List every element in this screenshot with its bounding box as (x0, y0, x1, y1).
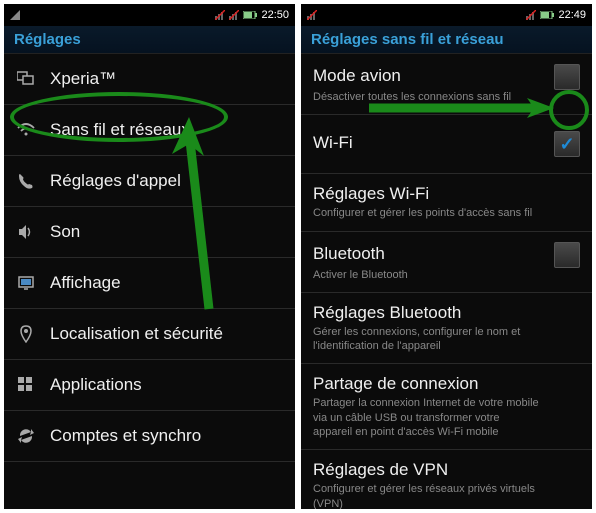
wifi-icon (16, 120, 36, 140)
apps-icon (16, 375, 36, 395)
item-tethering[interactable]: Partage de connexion Partager la connexi… (301, 364, 592, 450)
wireless-list: Mode avion Désactiver toutes les connexi… (301, 54, 592, 509)
clock: 22:49 (558, 9, 586, 21)
item-airplane[interactable]: Mode avion Désactiver toutes les connexi… (301, 54, 592, 115)
status-bar: 22:50 (4, 4, 295, 26)
item-subtitle: Configurer et gérer les points d'accès s… (313, 206, 580, 220)
item-vpn[interactable]: Réglages de VPN Configurer et gérer les … (301, 450, 592, 509)
bluetooth-checkbox[interactable] (554, 242, 580, 268)
battery-icon (243, 11, 257, 19)
item-subtitle: Activer le Bluetooth (313, 268, 580, 282)
item-title: Wi-Fi (313, 133, 353, 153)
phone-left: 22:50 Réglages Xperia™ Sans fil et résea… (4, 4, 295, 509)
display-icon (16, 273, 36, 293)
item-label: Affichage (50, 273, 121, 293)
settings-list: Xperia™ Sans fil et réseaux Réglages d'a… (4, 54, 295, 509)
item-title: Réglages Wi-Fi (313, 184, 580, 204)
item-label: Comptes et synchro (50, 426, 201, 446)
item-location[interactable]: Localisation et sécurité (4, 309, 295, 360)
item-label: Localisation et sécurité (50, 324, 223, 344)
item-title: Mode avion (313, 66, 401, 86)
battery-icon (540, 11, 554, 19)
status-bar: 22:49 (301, 4, 592, 26)
item-label: Xperia™ (50, 69, 116, 89)
item-wifi-settings[interactable]: Réglages Wi-Fi Configurer et gérer les p… (301, 174, 592, 231)
item-wireless[interactable]: Sans fil et réseaux (4, 105, 295, 156)
wifi-checkbox[interactable] (554, 131, 580, 157)
page-title: Réglages sans fil et réseau (301, 26, 592, 54)
item-label: Applications (50, 375, 142, 395)
item-bluetooth[interactable]: Bluetooth Activer le Bluetooth (301, 232, 592, 293)
phone-icon (16, 171, 36, 191)
phone-right: 22:49 Réglages sans fil et réseau Mode a… (301, 4, 592, 509)
clock: 22:50 (261, 9, 289, 21)
item-title: Bluetooth (313, 244, 385, 264)
item-applications[interactable]: Applications (4, 360, 295, 411)
item-title: Réglages Bluetooth (313, 303, 580, 323)
item-sound[interactable]: Son (4, 207, 295, 258)
item-accounts[interactable]: Comptes et synchro (4, 411, 295, 462)
item-title: Partage de connexion (313, 374, 580, 394)
no-signal-icon (229, 10, 239, 20)
item-call[interactable]: Réglages d'appel (4, 156, 295, 207)
item-display[interactable]: Affichage (4, 258, 295, 309)
item-bluetooth-settings[interactable]: Réglages Bluetooth Gérer les connexions,… (301, 293, 592, 365)
no-signal-icon (215, 10, 225, 20)
item-title: Réglages de VPN (313, 460, 580, 480)
item-subtitle: Gérer les connexions, configurer le nom … (313, 325, 580, 354)
item-xperia[interactable]: Xperia™ (4, 54, 295, 105)
item-subtitle: Désactiver toutes les connexions sans fi… (313, 90, 580, 104)
sync-icon (16, 426, 36, 446)
no-signal-icon (526, 10, 536, 20)
no-signal-icon (307, 10, 317, 20)
item-subtitle: Configurer et gérer les réseaux privés v… (313, 482, 580, 509)
signal-icon (10, 10, 20, 20)
page-title: Réglages (4, 26, 295, 54)
location-icon (16, 324, 36, 344)
item-wifi[interactable]: Wi-Fi (301, 115, 592, 174)
item-label: Réglages d'appel (50, 171, 181, 191)
item-label: Son (50, 222, 80, 242)
volume-icon (16, 222, 36, 242)
airplane-checkbox[interactable] (554, 64, 580, 90)
item-subtitle: Partager la connexion Internet de votre … (313, 396, 580, 439)
monitors-icon (16, 69, 36, 89)
item-label: Sans fil et réseaux (50, 120, 190, 140)
